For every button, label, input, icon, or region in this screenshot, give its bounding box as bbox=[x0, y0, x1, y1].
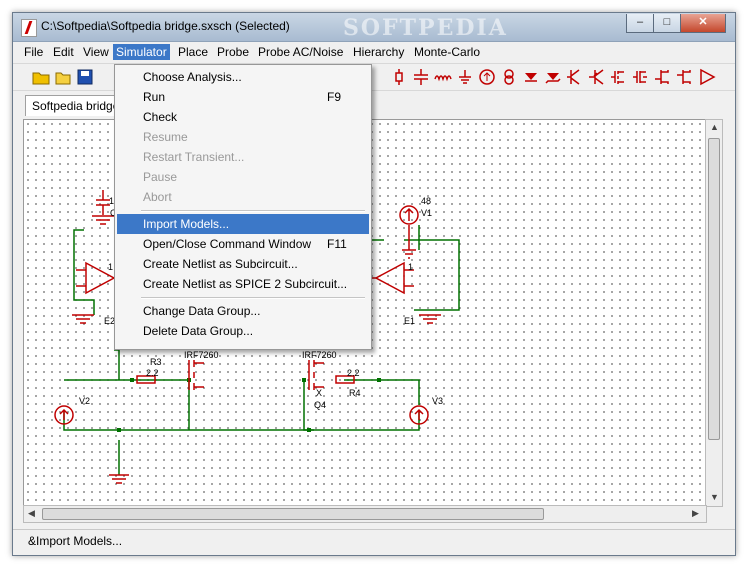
resistor-icon[interactable] bbox=[389, 67, 409, 87]
menu-hierarchy[interactable]: Hierarchy bbox=[350, 44, 407, 60]
e1-name: E1 bbox=[404, 316, 416, 326]
r4-name: R4 bbox=[349, 388, 361, 398]
nmos-icon[interactable] bbox=[609, 67, 629, 87]
menu-place[interactable]: Place bbox=[175, 44, 211, 60]
r3-name: R3 bbox=[150, 357, 162, 367]
menu-probe-ac-noise[interactable]: Probe AC/Noise bbox=[255, 44, 346, 60]
open-folder-icon[interactable] bbox=[31, 67, 51, 87]
menu-item-delete-data-group[interactable]: Delete Data Group... bbox=[117, 321, 369, 341]
close-button[interactable]: ✕ bbox=[680, 14, 726, 33]
shortcut-command-window: F11 bbox=[327, 237, 347, 251]
app-icon bbox=[21, 19, 37, 37]
menu-item-run[interactable]: Run F9 bbox=[117, 87, 369, 107]
menu-item-create-netlist-spice2[interactable]: Create Netlist as SPICE 2 Subcircuit... bbox=[117, 274, 369, 294]
pjfet-icon[interactable] bbox=[675, 67, 695, 87]
capacitor-icon[interactable] bbox=[411, 67, 431, 87]
menu-item-choose-analysis[interactable]: Choose Analysis... bbox=[117, 67, 369, 87]
v1-value: 48 bbox=[421, 196, 432, 206]
shortcut-run: F9 bbox=[327, 90, 342, 104]
zener-diode-icon[interactable] bbox=[543, 67, 563, 87]
diode-icon[interactable] bbox=[521, 67, 541, 87]
save-icon[interactable] bbox=[75, 67, 95, 87]
scroll-up-icon[interactable]: ▲ bbox=[710, 122, 719, 132]
current-source-icon[interactable] bbox=[477, 67, 497, 87]
scroll-left-icon[interactable]: ◀ bbox=[28, 508, 35, 519]
maximize-button[interactable]: □ bbox=[653, 14, 681, 33]
menu-separator bbox=[141, 297, 365, 299]
watermark: SOFTPEDIA bbox=[343, 15, 508, 41]
menu-probe[interactable]: Probe bbox=[214, 44, 252, 60]
menu-file[interactable]: File bbox=[21, 44, 46, 60]
e2-gain: 1 bbox=[108, 262, 114, 272]
app-window: C:\Softpedia\Softpedia bridge.sxsch (Sel… bbox=[12, 12, 736, 556]
scroll-down-icon[interactable]: ▼ bbox=[710, 492, 719, 502]
inductor-icon[interactable] bbox=[433, 67, 453, 87]
vertical-scroll-thumb[interactable] bbox=[708, 138, 720, 440]
q4-name: Q4 bbox=[314, 400, 327, 410]
scroll-right-icon[interactable]: ▶ bbox=[692, 508, 699, 519]
window-title: C:\Softpedia\Softpedia bridge.sxsch (Sel… bbox=[41, 19, 290, 33]
menu-item-import-models[interactable]: Import Models... bbox=[117, 214, 369, 234]
q-left-model: IRF7260 bbox=[184, 350, 219, 360]
njfet-icon[interactable] bbox=[653, 67, 673, 87]
menu-edit[interactable]: Edit bbox=[50, 44, 77, 60]
menu-item-abort: Abort bbox=[143, 190, 172, 204]
status-text: &Import Models... bbox=[28, 534, 123, 548]
pnp-transistor-icon[interactable] bbox=[587, 67, 607, 87]
menu-item-open-close-command-window[interactable]: Open/Close Command Window F11 bbox=[117, 234, 369, 254]
opamp-icon[interactable] bbox=[697, 67, 717, 87]
menu-item-check[interactable]: Check bbox=[117, 107, 369, 127]
vertical-scrollbar[interactable]: ▲ ▼ bbox=[705, 119, 723, 507]
horizontal-scroll-thumb[interactable] bbox=[42, 508, 544, 520]
minimize-button[interactable]: – bbox=[626, 14, 654, 33]
voltage-source-icon[interactable] bbox=[499, 67, 519, 87]
menu-item-pause: Pause bbox=[143, 170, 178, 184]
v1-name: V1 bbox=[421, 208, 433, 218]
horizontal-scrollbar[interactable]: ◀ ▶ bbox=[23, 505, 707, 523]
simulator-menu-dropdown: Choose Analysis... Run F9 Check Resume Re… bbox=[114, 64, 372, 350]
r4-value: 2.2 bbox=[347, 368, 360, 378]
menu-item-resume: Resume bbox=[143, 130, 188, 144]
q4-x: X bbox=[316, 388, 323, 398]
e1-gain: 1 bbox=[408, 262, 414, 272]
menu-item-create-netlist-subcircuit[interactable]: Create Netlist as Subcircuit... bbox=[117, 254, 369, 274]
menu-simulator[interactable]: Simulator bbox=[113, 44, 170, 60]
menu-separator bbox=[141, 210, 365, 212]
pmos-icon[interactable] bbox=[631, 67, 651, 87]
menu-bar: File Edit View Simulator Place Probe Pro… bbox=[13, 42, 735, 62]
v2-name: V2 bbox=[79, 396, 91, 406]
new-folder-icon[interactable] bbox=[53, 67, 73, 87]
menu-monte-carlo[interactable]: Monte-Carlo bbox=[411, 44, 483, 60]
status-bar: &Import Models... bbox=[13, 529, 735, 554]
menu-item-restart-transient: Restart Transient... bbox=[143, 150, 245, 164]
menu-view[interactable]: View bbox=[80, 44, 112, 60]
q-right-model: IRF7260 bbox=[302, 350, 337, 360]
npn-transistor-icon[interactable] bbox=[565, 67, 585, 87]
title-bar[interactable]: C:\Softpedia\Softpedia bridge.sxsch (Sel… bbox=[13, 13, 735, 42]
menu-item-change-data-group[interactable]: Change Data Group... bbox=[117, 301, 369, 321]
v3-name: V3 bbox=[432, 396, 444, 406]
ground-icon[interactable] bbox=[455, 67, 475, 87]
r3-value: 2.2 bbox=[146, 368, 159, 378]
